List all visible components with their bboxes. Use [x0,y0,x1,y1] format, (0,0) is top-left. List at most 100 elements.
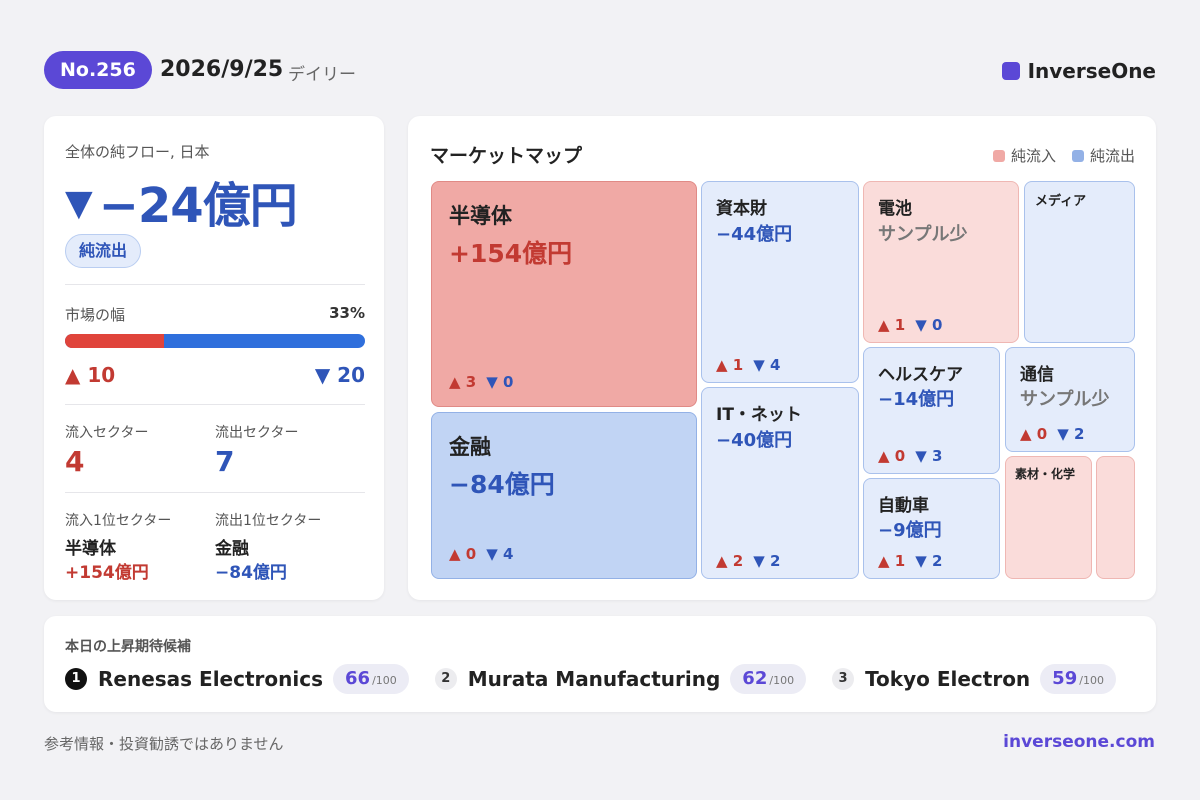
outflow-sectors-label: 流出セクター [215,425,299,441]
issue-badge: No.256 [44,51,152,89]
market-map-legend: 純流入 純流出 [977,145,1135,166]
rank-badge: 1 [65,668,87,690]
tile-counts: ▲ 0 ▼ 2 [1020,425,1084,443]
market-map-card: マーケットマップ 純流入 純流出 半導体 +154億円 ▲ 3 ▼ 0 金融 −… [408,116,1156,600]
outflow-sectors-count: 7 [215,445,235,478]
down-count: ▼ 4 [486,545,514,563]
divider [65,284,365,285]
site-link[interactable]: inverseone.com [1003,732,1155,752]
tile-name: メディア [1035,194,1087,209]
score-denominator: /100 [372,674,397,687]
tile-it-net[interactable]: IT・ネット −40億円 ▲ 2 ▼ 2 [701,387,859,579]
top-outflow-label: 流出1位セクター [215,513,322,529]
report-frequency: デイリー [288,65,356,85]
legend-outflow: 純流出 [1071,145,1135,166]
candidates-card: 本日の上昇期待候補 1 Renesas Electronics 66 /100 … [44,616,1156,712]
breadth-bar-fill [65,334,164,348]
tile-telecom[interactable]: 通信 サンプル少 ▲ 0 ▼ 2 [1005,347,1135,452]
up-count: ▲ 1 [716,356,744,374]
tile-autos[interactable]: 自動車 −9億円 ▲ 1 ▼ 2 [863,478,1000,579]
tile-capital-goods[interactable]: 資本財 −44億円 ▲ 1 ▼ 4 [701,181,859,383]
candidate-name: Renesas Electronics [98,667,323,691]
inflow-sectors-label: 流入セクター [65,425,149,441]
down-count: ▼ 3 [915,447,943,465]
tile-name: ヘルスケア [878,365,963,385]
score-value: 62 [742,668,768,689]
tile-value: +154億円 [449,239,573,268]
legend-inflow-swatch [992,149,1005,162]
tile-value: −40億円 [716,430,793,451]
candidate-name: Tokyo Electron [865,667,1031,691]
up-count: ▲ 0 [878,447,906,465]
net-outflow-badge: 純流出 [65,234,142,268]
up-count: ▲ 0 [449,545,477,563]
up-count: ▲ 2 [716,552,744,570]
header: No.256 2026/9/25 デイリー InverseOne [44,50,1156,90]
legend-outflow-swatch [1071,149,1084,162]
down-count: ▼ 2 [753,552,781,570]
tile-semiconductors[interactable]: 半導体 +154億円 ▲ 3 ▼ 0 [431,181,697,407]
tile-name: 半導体 [449,204,512,228]
up-count: ▲ 1 [878,316,906,334]
candidates-list: 1 Renesas Electronics 66 /100 2 Murata M… [65,664,1142,694]
tile-value: −44億円 [716,224,793,245]
net-flow-value: ▼ −24億円 [65,166,298,236]
tile-batteries[interactable]: 電池 サンプル少 ▲ 1 ▼ 0 [863,181,1019,343]
divider [65,492,365,493]
top-outflow-sector: 金融 [215,539,249,559]
up-count: ▲ 0 [1020,425,1048,443]
tile-name: 素材・化学 [1015,467,1076,481]
down-count: ▼ 2 [915,552,943,570]
disclaimer: 参考情報・投資勧誘ではありません [44,735,284,753]
score-pill: 59 /100 [1040,664,1116,694]
tile-value: −84億円 [449,470,555,499]
tile-finance[interactable]: 金融 −84億円 ▲ 0 ▼ 4 [431,412,697,579]
legend-outflow-label: 純流出 [1089,147,1135,165]
tile-media[interactable]: メディア [1024,181,1135,343]
score-value: 59 [1052,668,1078,689]
down-count: ▼ 4 [753,356,781,374]
breadth-label: 市場の幅 [65,306,126,324]
tile-healthcare[interactable]: ヘルスケア −14億円 ▲ 0 ▼ 3 [863,347,1000,474]
score-pill: 62 /100 [730,664,807,694]
brand-name: InverseOne [1027,59,1156,83]
down-count: ▼ 0 [486,373,514,391]
tile-name: 資本財 [716,199,767,219]
tile-materials[interactable]: 素材・化学 [1005,456,1092,579]
candidate-item[interactable]: 2 Murata Manufacturing 62 /100 [434,664,807,694]
tile-name: IT・ネット [716,405,802,425]
breadth-percent: 33% [329,304,365,322]
score-pill: 66 /100 [333,664,409,694]
net-flow-label: 全体の純フロー, 日本 [65,143,210,161]
candidate-item[interactable]: 3 Tokyo Electron 59 /100 [832,664,1116,694]
tile-name: 通信 [1020,365,1054,385]
tile-name: 自動車 [878,496,929,516]
tile-counts: ▲ 1 ▼ 4 [716,356,780,374]
brand[interactable]: InverseOne [1001,59,1156,83]
tile-counts: ▲ 0 ▼ 4 [449,545,513,563]
decliners-count: ▼ 20 [314,363,365,387]
top-outflow-value: −84億円 [215,563,287,583]
net-flow-amount: −24億円 [98,178,298,234]
rank-badge: 3 [832,668,855,690]
inflow-sectors-count: 4 [65,445,85,478]
report-date: 2026/9/25 [160,57,284,82]
up-count: ▲ 1 [878,552,906,570]
tile-name: 電池 [878,199,912,219]
candidate-item[interactable]: 1 Renesas Electronics 66 /100 [65,664,409,694]
down-count: ▼ 0 [915,316,943,334]
tile-value: −9億円 [878,520,942,541]
tile-value: サンプル少 [1020,389,1110,410]
legend-inflow: 純流入 [992,145,1056,166]
tile-unlabeled[interactable] [1096,456,1135,579]
rank-badge: 2 [434,668,457,690]
tile-value: サンプル少 [878,224,968,245]
tile-counts: ▲ 1 ▼ 0 [878,316,942,334]
down-count: ▼ 2 [1057,425,1085,443]
top-inflow-value: +154億円 [65,563,149,583]
score-denominator: /100 [769,674,795,687]
score-denominator: /100 [1079,674,1104,687]
brand-logo-icon [1001,62,1020,80]
candidates-title: 本日の上昇期待候補 [65,639,191,655]
breadth-bar [65,334,365,348]
